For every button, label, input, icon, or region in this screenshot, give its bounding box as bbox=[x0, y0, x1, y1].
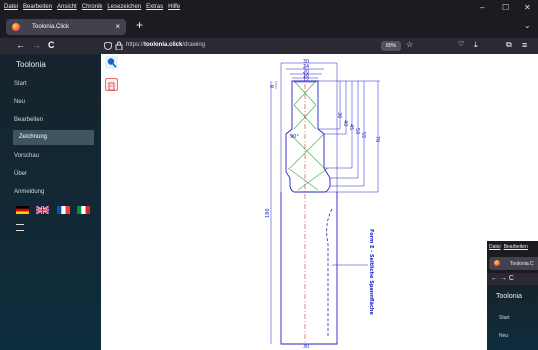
right-dimension-lines bbox=[318, 80, 380, 193]
sidebar-item-anmeldung[interactable]: Anmeldung bbox=[14, 189, 44, 195]
form-note: Form E - Seitliche Spannfläche bbox=[368, 229, 374, 315]
popup-item-neu[interactable]: Neu bbox=[499, 333, 508, 339]
sidebar-item-vorschau[interactable]: Vorschau bbox=[14, 153, 39, 159]
lock-icon[interactable] bbox=[115, 41, 123, 50]
list-tabs-icon[interactable]: ⌄ bbox=[524, 21, 531, 30]
flag-de-icon[interactable] bbox=[16, 206, 29, 214]
pocket-icon[interactable]: ♡ bbox=[458, 40, 464, 48]
popup-item-start[interactable]: Start bbox=[499, 315, 510, 321]
pdf-export-button[interactable] bbox=[105, 78, 118, 91]
dim-right-0: 36 bbox=[336, 112, 342, 118]
dim-right-2: 45 bbox=[348, 124, 354, 130]
popup-tab-title: Toolonia.C bbox=[510, 261, 534, 267]
sidebar-item-bearbeiten[interactable]: Bearbeiten bbox=[14, 117, 43, 123]
close-window-button[interactable]: ✕ bbox=[524, 3, 531, 12]
part-shank-outline bbox=[280, 192, 338, 345]
flag-it-icon[interactable] bbox=[77, 206, 90, 214]
popup-brand: Toolonia bbox=[496, 293, 523, 300]
sidebar-item-zeichnung[interactable]: Zeichnung bbox=[13, 130, 94, 145]
popup-nav-buttons[interactable]: ← → C bbox=[491, 275, 514, 282]
dim-right-4: 55 bbox=[360, 132, 366, 138]
brand-title: Toolonia bbox=[16, 60, 46, 69]
new-tab-button[interactable]: + bbox=[136, 18, 143, 32]
firefox-icon bbox=[12, 23, 20, 31]
popup-nav-bar: ← → C bbox=[487, 273, 538, 285]
menu-lesezeichen[interactable]: Lesezeichen bbox=[107, 4, 141, 10]
flag-en-icon[interactable] bbox=[36, 206, 49, 214]
dim-height: 180 bbox=[265, 208, 271, 218]
dim-right-3: 50 bbox=[354, 128, 360, 134]
popup-sidebar: Toolonia Start Neu bbox=[487, 285, 538, 350]
secondary-browser-window[interactable]: Datei Bearbeiten Toolonia.C ← → C Toolon… bbox=[487, 241, 538, 350]
menu-bar: Datei Bearbeiten Ansicht Chronik Lesezei… bbox=[0, 0, 538, 16]
menu-chronik[interactable]: Chronik bbox=[82, 4, 103, 10]
tab-close-icon[interactable]: × bbox=[115, 22, 120, 31]
dim-top-4: 12 bbox=[303, 77, 309, 83]
bookmark-star-icon[interactable]: ☆ bbox=[406, 40, 413, 49]
menu-ansicht[interactable]: Ansicht bbox=[57, 4, 77, 10]
zoom-badge[interactable]: 80% bbox=[381, 41, 401, 51]
language-menu-icon[interactable] bbox=[16, 224, 24, 231]
menu-extras[interactable]: Extras bbox=[146, 4, 163, 10]
clamping-flat-line bbox=[326, 208, 333, 337]
dim-right-5: 70 bbox=[374, 136, 380, 142]
back-button[interactable]: ← bbox=[16, 40, 25, 50]
menu-bearbeiten[interactable]: Bearbeiten bbox=[23, 4, 52, 10]
sidebar: Toolonia Start Neu Bearbeiten Zeichnung … bbox=[0, 54, 101, 350]
angle-label: 90° bbox=[290, 134, 299, 140]
browser-tab[interactable]: Toolonia.Click × bbox=[6, 19, 126, 35]
zoom-tool-button[interactable] bbox=[105, 56, 118, 69]
forward-button[interactable]: → bbox=[32, 40, 41, 50]
reload-button[interactable]: C bbox=[48, 40, 55, 50]
popup-firefox-icon bbox=[494, 260, 500, 266]
popup-menu-datei[interactable]: Datei bbox=[489, 244, 501, 250]
dim-bottom: 30 bbox=[303, 344, 309, 350]
maximize-button[interactable]: ☐ bbox=[502, 3, 509, 12]
download-icon[interactable]: ⤓ bbox=[474, 40, 478, 50]
popup-menu-bearbeiten[interactable]: Bearbeiten bbox=[504, 244, 528, 250]
shield-icon[interactable] bbox=[104, 42, 112, 50]
pdf-icon bbox=[108, 82, 115, 91]
tab-title: Toolonia.Click bbox=[32, 24, 70, 30]
sidebar-item-start[interactable]: Start bbox=[14, 81, 27, 87]
technical-drawing: 30 24 20 16 12 6 90° 36 40 45 50 55 70 1… bbox=[265, 59, 380, 350]
tab-bar: Toolonia.Click × ⌄ bbox=[0, 16, 538, 38]
app-menu-icon[interactable]: ≡ bbox=[522, 40, 527, 50]
magnifier-icon bbox=[107, 58, 117, 68]
menu-datei[interactable]: Datei bbox=[4, 4, 18, 10]
dim-right-1: 40 bbox=[342, 120, 348, 126]
navigation-bar: ← → C https://toolonia.click/drawing 80%… bbox=[0, 38, 538, 54]
menu-hilfe[interactable]: Hilfe bbox=[168, 4, 180, 10]
flag-fr-icon[interactable] bbox=[57, 206, 70, 214]
url-field[interactable]: https://toolonia.click/drawing bbox=[126, 42, 205, 48]
extensions-icon[interactable]: ⧉ bbox=[506, 40, 512, 50]
sidebar-item-neu[interactable]: Neu bbox=[14, 99, 25, 105]
popup-tab[interactable]: Toolonia.C bbox=[489, 257, 538, 270]
minimize-button[interactable]: – bbox=[480, 3, 484, 12]
sidebar-item-ueber[interactable]: Über bbox=[14, 171, 27, 177]
